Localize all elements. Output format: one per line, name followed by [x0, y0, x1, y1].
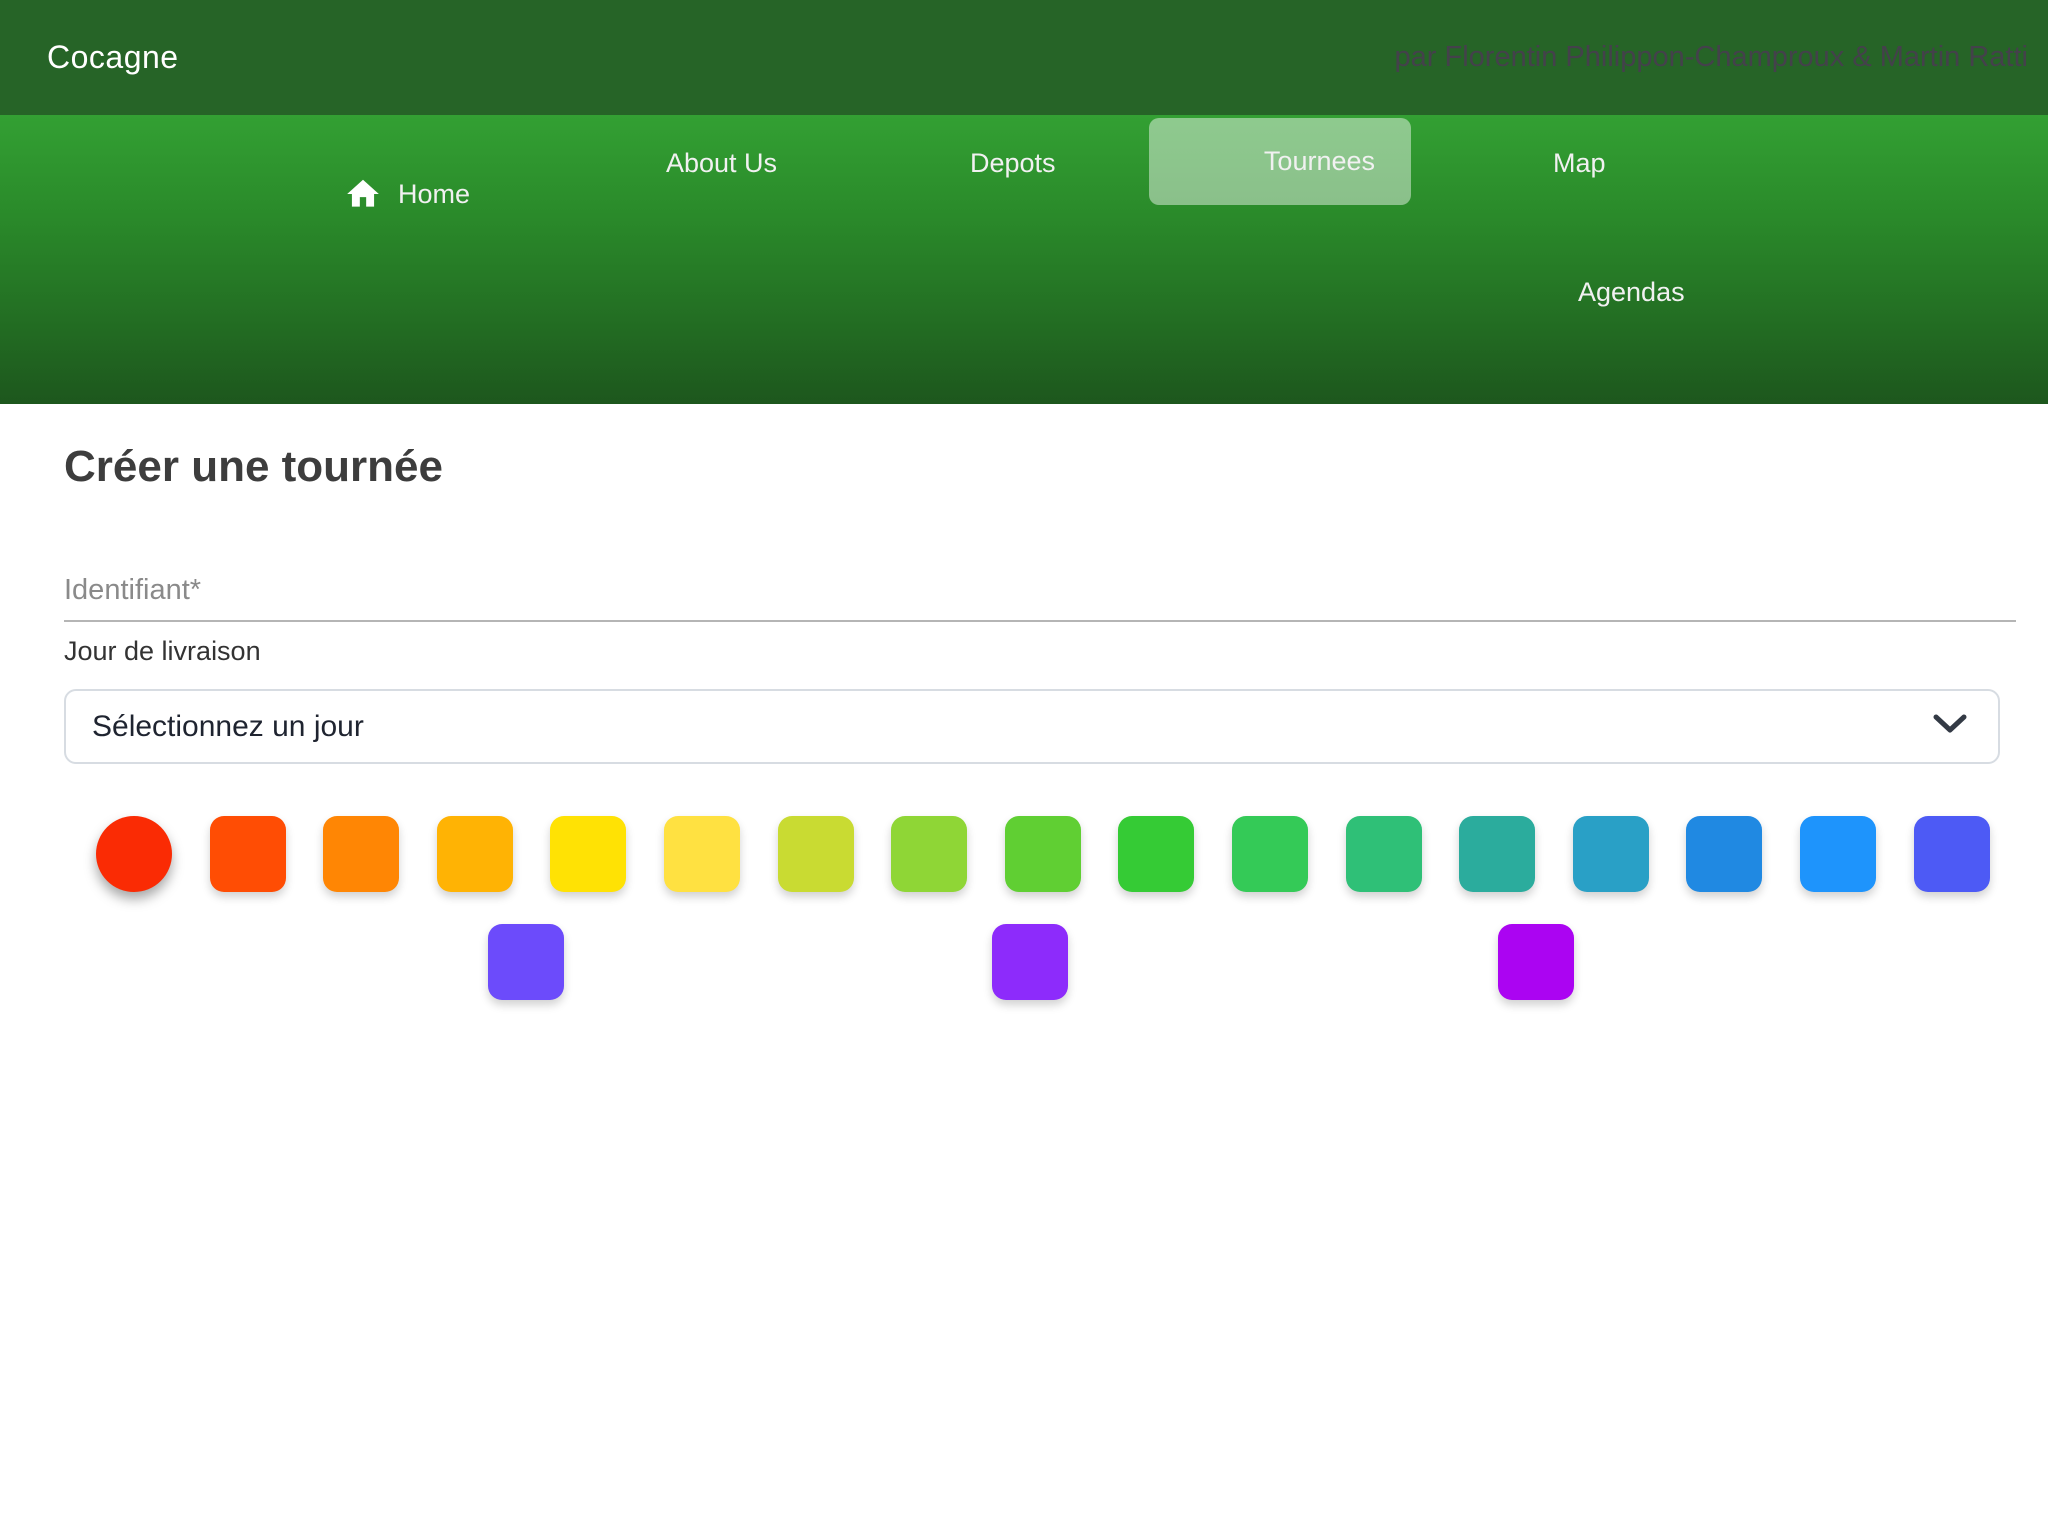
color-swatch[interactable]: [992, 924, 1068, 1000]
top-bar: Cocagne par Florentin Philippon-Champrou…: [0, 0, 2048, 115]
page-title: Créer une tournée: [64, 404, 1984, 492]
nav-item-tournees-active[interactable]: Tournees: [1149, 118, 1411, 205]
color-swatch[interactable]: [1118, 816, 1194, 892]
nav-item-home[interactable]: Home: [344, 175, 470, 213]
color-swatch[interactable]: [778, 816, 854, 892]
color-swatch[interactable]: [1914, 816, 1990, 892]
jour-de-livraison-label: Jour de livraison: [64, 636, 1984, 667]
color-palette-row-2: [64, 924, 1984, 1000]
credits-text: par Florentin Philippon-Champroux & Mart…: [1395, 41, 2028, 74]
color-swatch[interactable]: [488, 924, 564, 1000]
main-content: Créer une tournée Jour de livraison Séle…: [0, 404, 2048, 1000]
color-palette: [64, 816, 1984, 1000]
color-swatch[interactable]: [1800, 816, 1876, 892]
chevron-down-icon: [1932, 713, 1968, 740]
color-swatch[interactable]: [1459, 816, 1535, 892]
color-swatch[interactable]: [550, 816, 626, 892]
color-swatch[interactable]: [1346, 816, 1422, 892]
color-swatch-selected[interactable]: [96, 816, 172, 892]
nav-item-about-us[interactable]: About Us: [666, 148, 777, 179]
nav-item-map[interactable]: Map: [1553, 148, 1606, 179]
jour-select-value: Sélectionnez un jour: [92, 710, 364, 744]
color-swatch[interactable]: [1005, 816, 1081, 892]
color-swatch[interactable]: [437, 816, 513, 892]
main-nav: Home About Us Depots Tournees Map Agenda…: [0, 115, 2048, 404]
color-swatch[interactable]: [1686, 816, 1762, 892]
identifiant-input[interactable]: [64, 574, 2016, 622]
color-swatch[interactable]: [1498, 924, 1574, 1000]
color-swatch[interactable]: [1573, 816, 1649, 892]
nav-item-depots[interactable]: Depots: [970, 148, 1056, 179]
color-swatch[interactable]: [210, 816, 286, 892]
color-swatch[interactable]: [323, 816, 399, 892]
brand-title: Cocagne: [47, 39, 179, 76]
color-swatch[interactable]: [891, 816, 967, 892]
color-swatch[interactable]: [664, 816, 740, 892]
color-palette-row-1: [64, 816, 1984, 892]
nav-item-home-label: Home: [398, 179, 470, 210]
jour-select[interactable]: Sélectionnez un jour: [64, 689, 2000, 764]
home-icon: [344, 175, 382, 213]
nav-item-agendas[interactable]: Agendas: [1578, 277, 1685, 308]
color-swatch[interactable]: [1232, 816, 1308, 892]
